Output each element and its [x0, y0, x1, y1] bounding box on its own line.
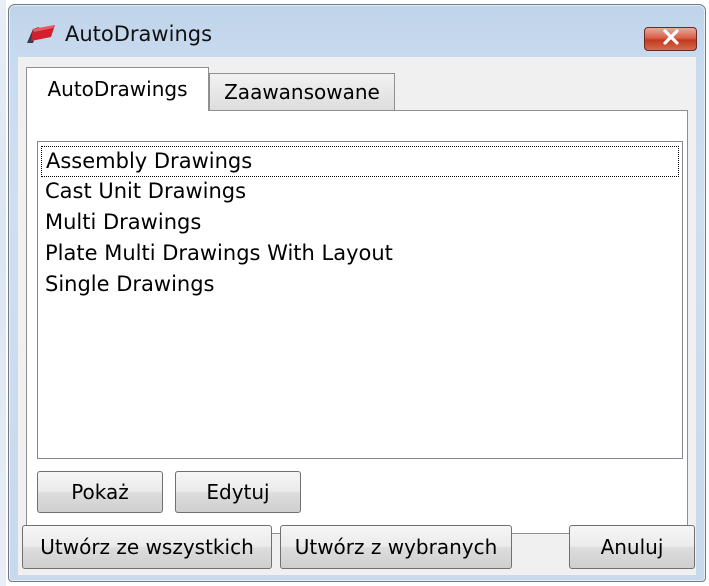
desktop-edge [0, 0, 6, 586]
create-all-button[interactable]: Utwórz ze wszystkich [22, 525, 272, 569]
list-item[interactable]: Assembly Drawings [41, 146, 679, 177]
window-title: AutoDrawings [65, 22, 213, 46]
cancel-button[interactable]: Anuluj [569, 525, 695, 569]
tab-autodrawings[interactable]: AutoDrawings [26, 67, 209, 111]
edit-button[interactable]: Edytuj [175, 471, 301, 513]
tab-zaawansowane[interactable]: Zaawansowane [209, 73, 395, 111]
drawings-listbox[interactable]: Assembly Drawings Cast Unit Drawings Mul… [37, 141, 683, 459]
create-selected-button[interactable]: Utwórz z wybranych [280, 525, 512, 569]
app-icon [25, 23, 57, 45]
show-button[interactable]: Pokaż [37, 471, 163, 513]
close-icon [662, 29, 680, 49]
close-button[interactable] [644, 27, 697, 51]
title-bar[interactable]: AutoDrawings [9, 5, 705, 57]
list-item[interactable]: Cast Unit Drawings [41, 177, 679, 208]
list-item[interactable]: Plate Multi Drawings With Layout [41, 239, 679, 270]
tab-panel: Assembly Drawings Cast Unit Drawings Mul… [26, 110, 688, 534]
dialog-window: AutoDrawings AutoDrawings Zaawansowane A… [8, 4, 706, 582]
list-item[interactable]: Single Drawings [41, 270, 679, 301]
list-item[interactable]: Multi Drawings [41, 208, 679, 239]
dialog-client-area: AutoDrawings Zaawansowane Assembly Drawi… [18, 57, 696, 575]
